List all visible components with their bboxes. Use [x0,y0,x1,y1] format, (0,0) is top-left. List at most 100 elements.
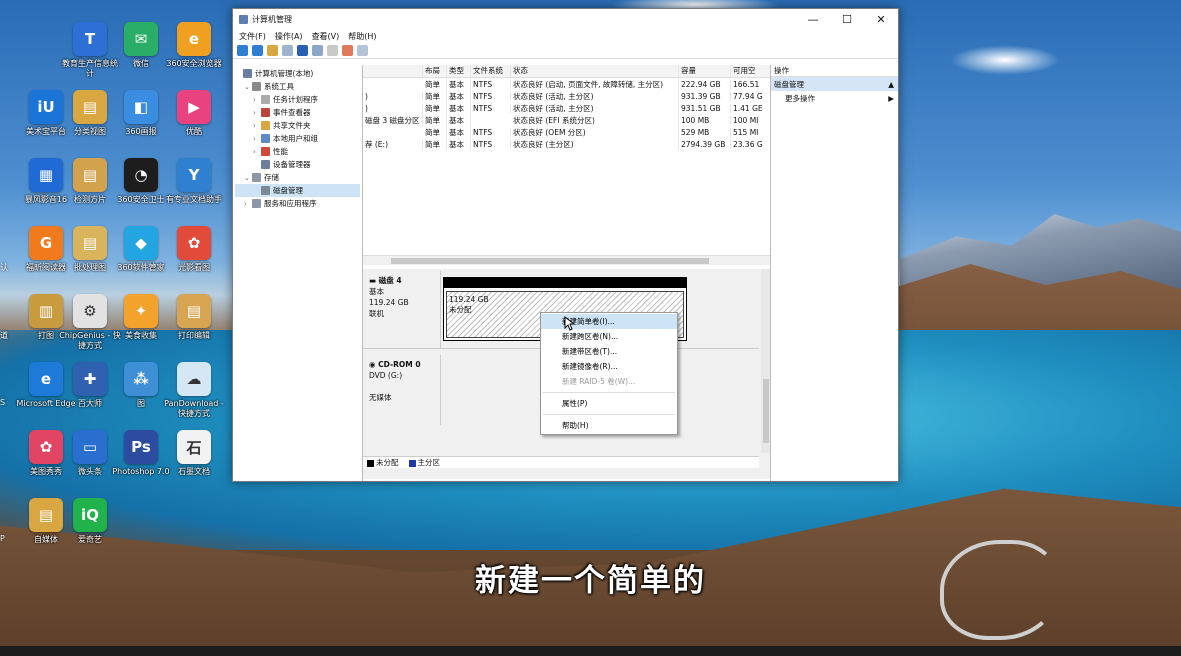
table-row[interactable]: ) 简单 基本 NTFS 状态良好 (活动, 主分区) 931.51 GB 1.41 GE [363,102,770,114]
expand-icon[interactable]: › [253,148,261,156]
tree-item[interactable]: ⌄ 系统工具 [235,80,360,93]
cdrom-status: 无媒体 [369,393,392,402]
table-row[interactable]: 简单 基本 NTFS 状态良好 (启动, 页面文件, 故障转储, 主分区) 222.94… [363,78,770,90]
column-header[interactable] [363,65,423,77]
disk-4-info[interactable]: ▬ 磁盘 4 基本 119.24 GB 联机 [363,271,441,348]
table-cell: 931.39 GB [679,91,731,101]
tree-item[interactable]: › 本地用户和组 [235,132,360,145]
context-menu-item[interactable]: 新建镜像卷(R)... [541,359,677,374]
column-header[interactable]: 文件系统 [471,65,511,77]
column-header[interactable]: 可用空 [731,65,770,77]
actions-more[interactable]: 更多操作 ▶ [771,91,898,105]
list-icon[interactable] [357,45,368,56]
desktop-icon[interactable]: ☁ PanDownload - 快捷方式 [163,362,225,419]
desktop-background: T 教育生产信息统计 ✉ 微信 e 360安全浏览器 iU 美术宝平台 ▤ 分类视图 ◧ 360画报 ▶… [0,0,1181,656]
table-row[interactable]: ) 简单 基本 NTFS 状态良好 (活动, 主分区) 931.39 GB 77.94 G [363,90,770,102]
tree-item[interactable]: 磁盘管理 [235,184,360,197]
context-menu-item[interactable]: 属性(P) [541,396,677,411]
desktop-icon[interactable]: iQ 爱奇艺 [59,498,121,545]
table-cell: 515 MI [731,128,770,137]
cdrom-info[interactable]: ◉ CD-ROM 0 DVD (G:) 无媒体 [363,355,441,425]
table-cell: ) [363,91,423,101]
table-cell: 100 MI [731,116,770,125]
taskbar[interactable] [0,646,1181,656]
tree-item[interactable]: › 任务计划程序 [235,93,360,106]
table-row[interactable]: 荐 (E:) 简单 基本 NTFS 状态良好 (主分区) 2794.39 GB 23.36 … [363,138,770,150]
column-header[interactable]: 状态 [511,65,679,77]
column-header[interactable]: 容量 [679,65,731,77]
context-menu-item[interactable]: 帮助(H) [541,418,677,433]
volume-table-header: 布局 类型 文件系统 状态 容量 可用空 [363,65,770,78]
expand-icon[interactable]: › [244,200,252,208]
menu-file[interactable]: 文件(F) [239,31,266,42]
horizontal-scrollbar[interactable] [363,255,770,265]
context-menu-item[interactable]: 新建跨区卷(N)... [541,329,677,344]
show-hide-tree-icon[interactable] [282,45,293,56]
desktop-icon[interactable]: Y 有专业文档助手 [163,158,225,205]
vertical-scrollbar[interactable] [761,269,770,453]
expand-icon[interactable]: › [253,96,261,104]
tree-item[interactable]: › 服务和应用程序 [235,197,360,210]
scroll-thumb[interactable] [391,258,709,264]
desktop-icon[interactable]: ▤ 打印编辑 [163,294,225,341]
expand-icon[interactable]: ⌄ [244,83,252,91]
tree-item[interactable]: › 性能 [235,145,360,158]
desktop-icon-label: 有专业文档助手 [166,195,222,204]
app-icon: ✚ [73,362,107,396]
column-header[interactable]: 布局 [423,65,447,77]
desktop-icon[interactable]: ✿ 光影看图 [163,226,225,273]
tree-item-label: 系统工具 [264,82,294,91]
table-cell: NTFS [471,103,511,113]
desktop-icon[interactable]: e 360安全浏览器 [163,22,225,69]
table-row[interactable]: 磁盘 3 磁盘分区 2)简单基本 状态良好 (EFI 系统分区)100 MB100… [363,114,770,126]
menu-view[interactable]: 查看(V) [312,31,340,42]
column-header[interactable]: 类型 [447,65,471,77]
forward-icon[interactable] [252,45,263,56]
table-cell: NTFS [471,79,511,89]
help-icon[interactable] [297,45,308,56]
check-icon[interactable] [342,45,353,56]
expand-icon[interactable]: › [253,122,261,130]
tree-item[interactable]: ⌄ 存储 [235,171,360,184]
app-icon: ▤ [177,294,211,328]
disk-4-status: 联机 [369,309,384,318]
maximize-button[interactable]: ☐ [830,13,864,26]
partial-icon-label: 道 [0,331,8,340]
actions-disk-management[interactable]: 磁盘管理 ▲ [771,77,898,91]
menu-action[interactable]: 操作(A) [275,31,303,42]
app-icon: ▦ [29,158,63,192]
key-icon[interactable] [327,45,338,56]
app-icon: ✿ [177,226,211,260]
menu-help[interactable]: 帮助(H) [348,31,376,42]
table-cell: 状态良好 (活动, 主分区) [511,90,679,102]
context-menu: 新建简单卷(I)... 新建跨区卷(N)... 新建带区卷(T)... 新建镜像卷(R… [540,312,678,435]
cdrom-drive: DVD (G:) [369,371,403,380]
tree-item[interactable]: › 事件查看器 [235,106,360,119]
app-icon: ▤ [29,498,63,532]
minimize-button[interactable]: — [796,13,830,26]
expand-icon[interactable]: › [253,135,261,143]
tree-item[interactable]: › 共享文件夹 [235,119,360,132]
table-row[interactable]: 简单 基本 NTFS 状态良好 (OEM 分区) 529 MB 515 MI [363,126,770,138]
desktop-icon[interactable]: 石石墨文档 [163,430,225,477]
properties-icon[interactable] [312,45,323,56]
app-icon: ✉ [124,22,158,56]
close-button[interactable]: ✕ [864,13,898,26]
navigation-tree: 计算机管理(本地) ⌄ 系统工具 › 任务计划程序 › 事件查看器 › 共享文件夹 › 本地用户和组… [233,65,363,481]
expand-icon[interactable]: ⌄ [244,174,252,182]
table-cell: 状态良好 (EFI 系统分区) [511,114,679,126]
context-menu-item[interactable]: 新建简单卷(I)... [541,314,677,329]
title-bar[interactable]: 计算机管理 — ☐ ✕ [233,9,898,29]
tree-item[interactable]: 设备管理器 [235,158,360,171]
volume-list: 布局 类型 文件系统 状态 容量 可用空 简单 基本 NTFS 状态良好 (启动, 页面文件, 故… [363,65,770,255]
vscroll-thumb[interactable] [763,379,769,443]
up-folder-icon[interactable] [267,45,278,56]
table-cell: NTFS [471,127,511,137]
expand-icon[interactable]: › [253,109,261,117]
context-menu-item[interactable]: 新建带区卷(T)... [541,344,677,359]
table-cell: 基本 [447,78,471,90]
desktop-icon[interactable]: ▶ 优酷 [163,90,225,137]
back-icon[interactable] [237,45,248,56]
tree-item[interactable]: 计算机管理(本地) [235,67,360,80]
legend: 未分配 主分区 [363,456,759,468]
